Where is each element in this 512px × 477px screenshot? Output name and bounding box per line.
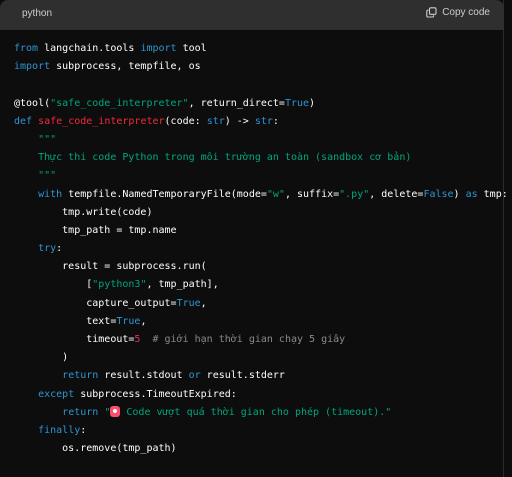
copy-code-label: Copy code bbox=[442, 7, 490, 18]
code-line: try: bbox=[38, 243, 63, 255]
code-block: python Copy code from langchain.tools im… bbox=[0, 0, 508, 477]
code-content: from langchain.tools import tool import s… bbox=[14, 40, 508, 458]
code-line: """ bbox=[14, 170, 57, 182]
code-line: text=True, bbox=[14, 315, 147, 327]
copy-icon bbox=[426, 7, 437, 18]
code-line: @tool("safe_code_interpreter", return_di… bbox=[14, 97, 316, 109]
code-line: result = subprocess.run( bbox=[14, 261, 207, 273]
code-block-header: python Copy code bbox=[0, 0, 504, 30]
copy-code-button[interactable]: Copy code bbox=[426, 7, 490, 18]
code-line: os.remove(tmp_path) bbox=[14, 443, 177, 455]
code-line: return " Code vượt quá thời gian cho phé… bbox=[62, 405, 392, 418]
code-line: except subprocess.TimeoutExpired: bbox=[38, 388, 237, 400]
alarm-clock-icon bbox=[110, 405, 121, 417]
code-line: ) bbox=[14, 352, 69, 364]
code-line: from langchain.tools import tool bbox=[14, 43, 207, 54]
code-line: finally: bbox=[38, 424, 87, 436]
code-line: """ bbox=[14, 133, 57, 145]
code-line: import subprocess, tempfile, os bbox=[14, 61, 201, 73]
code-line: with tempfile.NamedTemporaryFile(mode="w… bbox=[38, 188, 508, 200]
code-line: return result.stdout or result.stderr bbox=[62, 370, 285, 382]
code-line: def safe_code_interpreter(code: str) -> … bbox=[14, 115, 279, 127]
code-line: tmp.write(code) bbox=[14, 206, 153, 218]
code-line: timeout=5 # giới hạn thời gian chạy 5 gi… bbox=[14, 334, 346, 345]
code-line: ["python3", tmp_path], bbox=[14, 279, 219, 291]
language-label: python bbox=[22, 8, 53, 19]
code-line: Thực thi code Python trong môi trường an… bbox=[14, 152, 412, 164]
code-line: tmp_path = tmp.name bbox=[14, 224, 177, 236]
code-line: capture_output=True, bbox=[14, 297, 207, 309]
